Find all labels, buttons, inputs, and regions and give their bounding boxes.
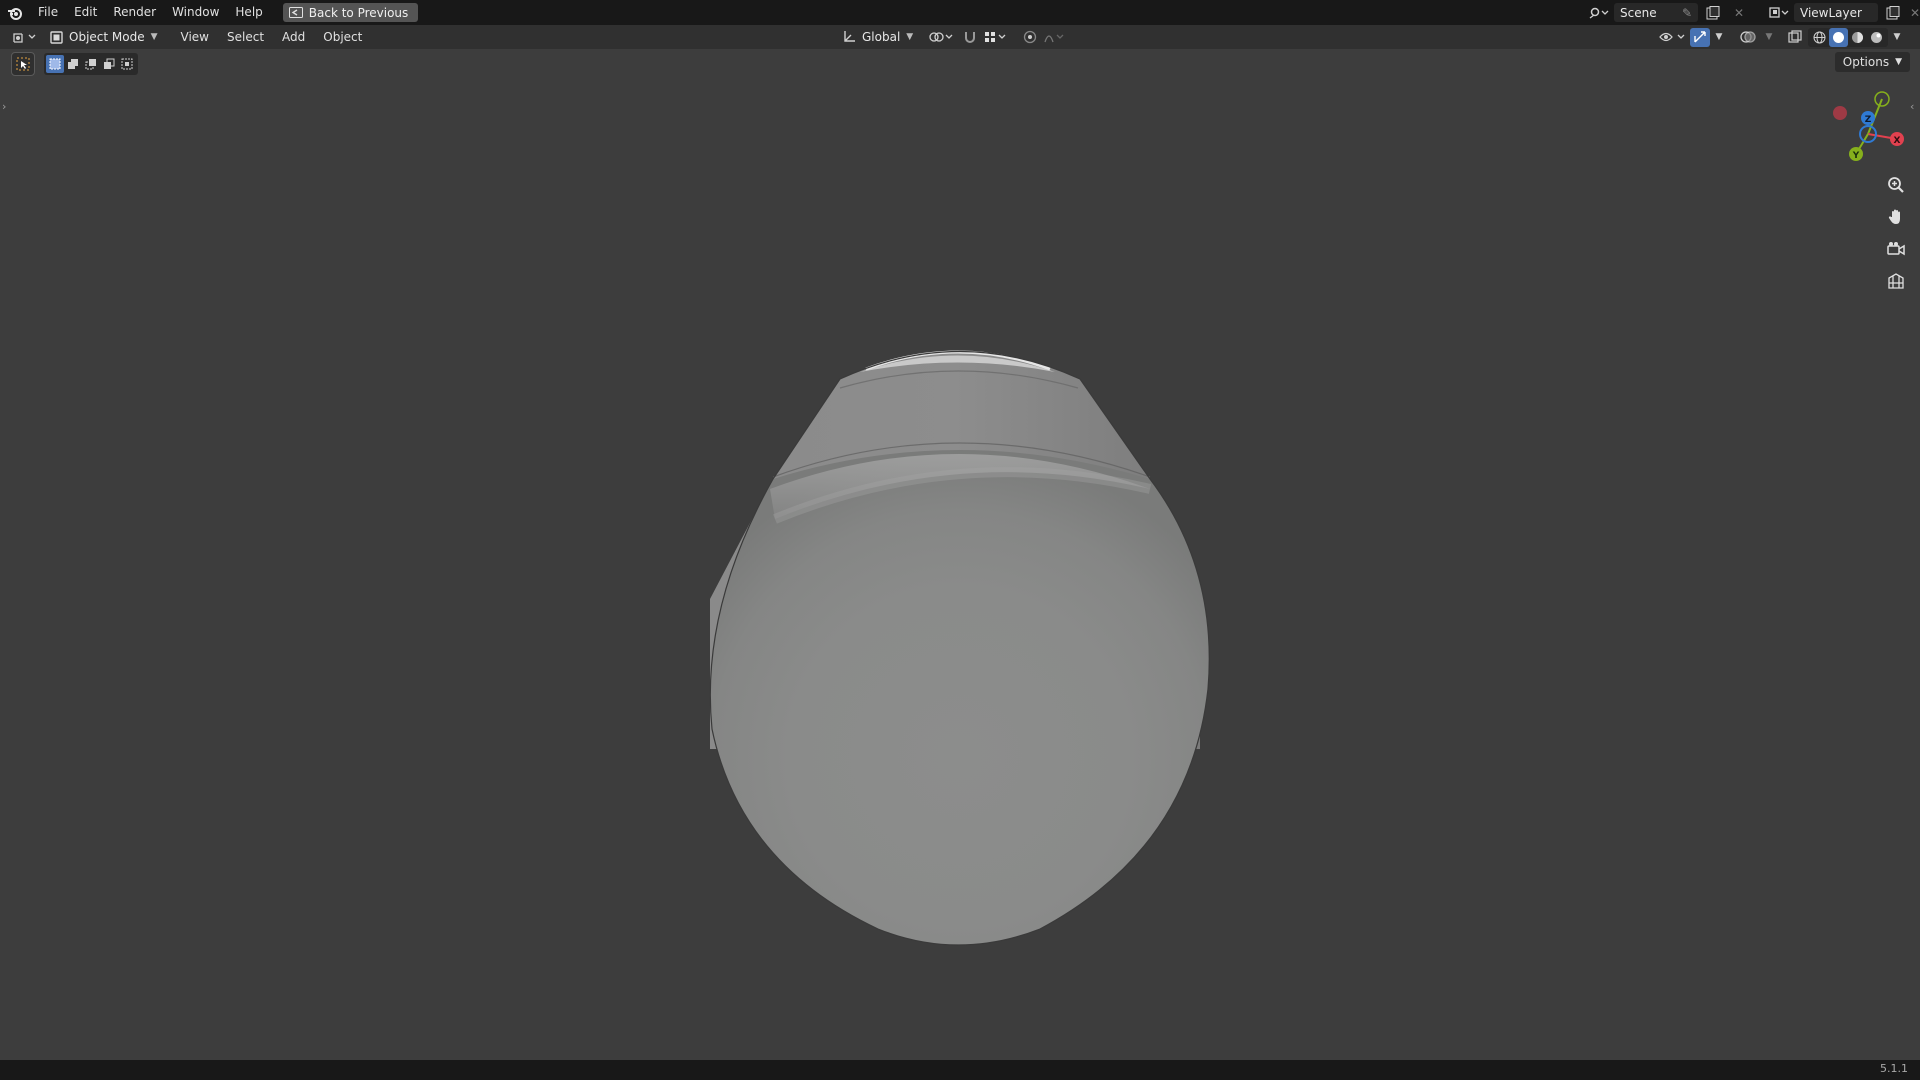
material-preview-icon[interactable] [1848,28,1867,47]
back-to-previous-label: Back to Previous [308,5,409,20]
falloff-curve-icon[interactable] [1043,28,1069,47]
editor-type-icon[interactable] [10,28,40,47]
viewlayer-browse-icon[interactable] [1768,3,1790,22]
menu-help[interactable]: Help [227,0,270,25]
transform-controls: Global ▼ [838,27,1069,47]
snap-toggle-icon[interactable] [961,28,979,47]
object-mode-icon [50,30,63,44]
pin-icon[interactable]: ✎ [1682,6,1692,20]
menu-select[interactable]: Select [218,25,273,49]
back-screen-icon [288,7,303,18]
viewlayer-name-field[interactable]: ViewLayer [1794,3,1878,22]
menu-edit[interactable]: Edit [66,0,105,25]
gizmo-dropdown-icon[interactable]: ▼ [1712,28,1726,47]
overlays-toggle-icon[interactable] [1736,28,1760,47]
gizmo-x-label: X [1894,136,1901,146]
blender-logo-icon[interactable] [0,0,30,25]
orientation-axes-icon [844,31,855,42]
proportional-editing-icon[interactable] [1021,28,1039,47]
snap-target-icon[interactable] [983,28,1009,47]
cylinder-mesh[interactable] [709,350,1210,946]
pivot-point-icon[interactable] [927,28,957,47]
delete-scene-icon[interactable]: ✕ [1728,3,1750,22]
overlays-dropdown-icon[interactable]: ▼ [1762,28,1776,47]
orientation-label: Global [862,30,901,44]
status-bar: 5.1.1 [0,1060,1920,1080]
viewport-header: Object Mode ▼ View Select Add Object Glo… [0,25,1920,49]
shading-mode-group [1808,27,1888,47]
rendered-shading-icon[interactable] [1867,28,1886,47]
viewport-display-controls: ▼ ▼ ▼ [1658,27,1904,47]
viewport-canvas[interactable]: Z X Y [0,49,1920,1060]
scene-name-field[interactable]: Scene ✎ [1614,3,1698,22]
pan-hand-icon[interactable] [1882,205,1910,229]
xray-toggle-icon[interactable] [1784,28,1806,47]
shading-dropdown-icon[interactable]: ▼ [1890,28,1904,47]
viewlayer-selector: ViewLayer ✕ [1768,2,1920,23]
wireframe-shading-icon[interactable] [1810,28,1829,47]
navigation-buttons [1882,173,1910,293]
new-viewlayer-icon[interactable] [1882,3,1904,22]
chevron-down-icon: ▼ [906,32,914,42]
navigation-gizmo[interactable]: Z X Y [1833,91,1904,161]
menu-add[interactable]: Add [273,25,314,49]
new-scene-icon[interactable] [1702,3,1724,22]
orthographic-toggle-icon[interactable] [1882,269,1910,293]
zoom-icon[interactable] [1882,173,1910,197]
menu-file[interactable]: File [30,0,66,25]
scene-browse-icon[interactable] [1588,3,1610,22]
back-to-previous-button[interactable]: Back to Previous [282,3,419,22]
object-mode-label: Object Mode [69,30,145,44]
gizmo-neg-x-icon[interactable] [1833,106,1847,120]
gizmo-toggle-icon[interactable] [1690,27,1710,47]
delete-viewlayer-icon[interactable]: ✕ [1908,3,1920,22]
chevron-down-icon: ▼ [150,32,158,42]
version-label: 5.1.1 [1880,1062,1908,1075]
scene-selector: Scene ✎ ✕ [1588,2,1750,23]
object-mode-select[interactable]: Object Mode ▼ [44,27,164,47]
menu-render[interactable]: Render [105,0,164,25]
transform-orientation-select[interactable]: Global ▼ [838,27,917,47]
top-menu-bar: File Edit Render Window Help Back to Pre… [0,0,1920,25]
gizmo-y-label: Y [1852,151,1860,161]
solid-shading-icon[interactable] [1829,27,1848,47]
scene-name: Scene [1620,5,1657,20]
camera-view-icon[interactable] [1882,237,1910,261]
visibility-selectability-icon[interactable] [1658,28,1688,47]
menu-object[interactable]: Object [314,25,371,49]
gizmo-z-label: Z [1865,115,1872,125]
menu-window[interactable]: Window [164,0,227,25]
menu-view[interactable]: View [172,25,218,49]
viewlayer-name: ViewLayer [1800,5,1862,20]
